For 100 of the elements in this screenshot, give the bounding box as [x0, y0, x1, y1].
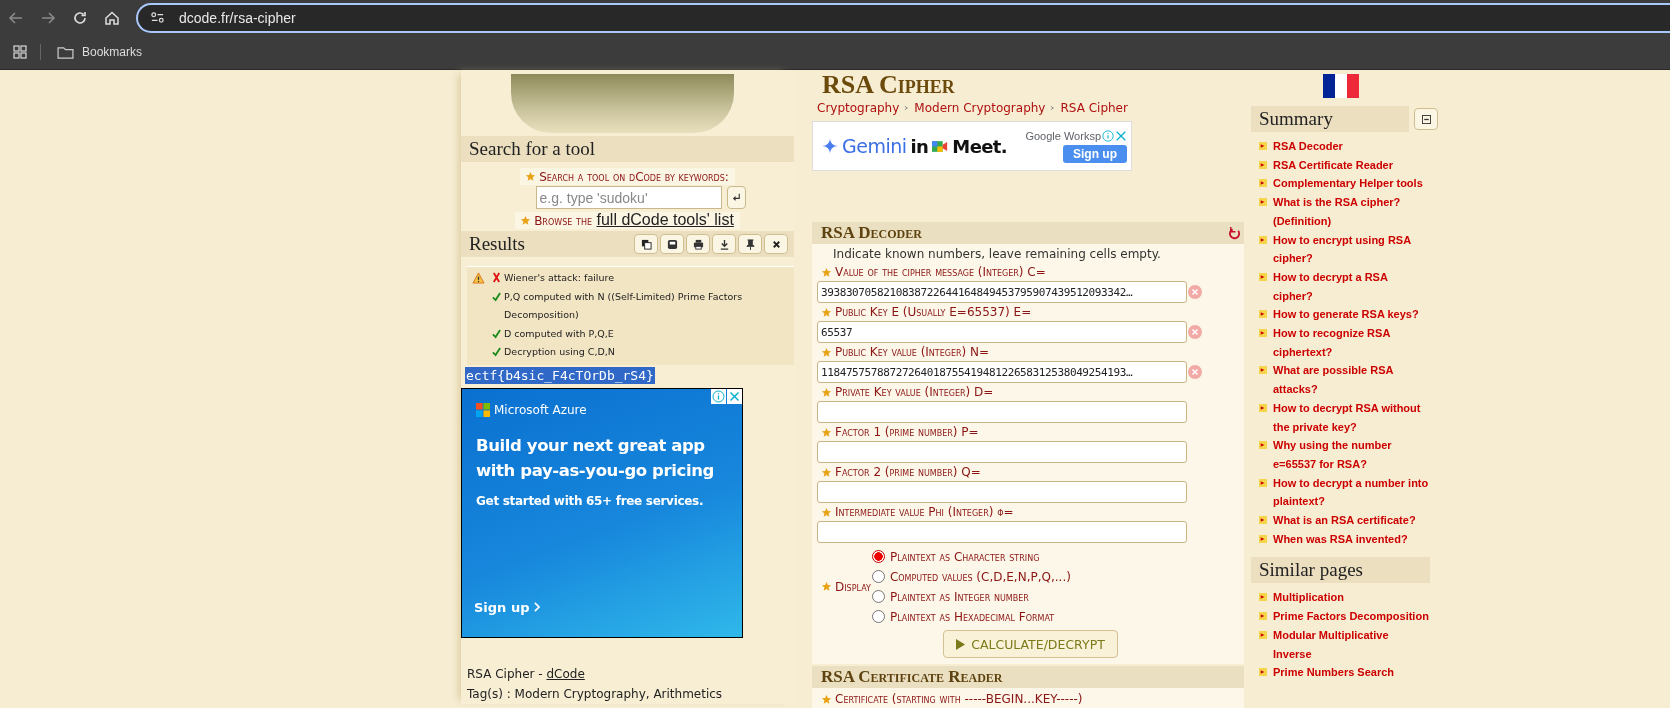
field-label: Factor 2 (prime number) Q=: [835, 465, 981, 480]
summary-link[interactable]: Complementary Helper tools: [1273, 174, 1423, 194]
number-input-field[interactable]: [817, 401, 1187, 423]
sparkle-icon: [822, 138, 838, 154]
bullet-arrow-icon: [1259, 179, 1267, 188]
number-input-field[interactable]: [817, 441, 1187, 463]
bullet-arrow-icon: [1259, 198, 1267, 207]
option-label: Plaintext as Integer number: [889, 589, 1029, 604]
field-label: Intermediate value Phi (Integer) φ=: [835, 505, 1014, 520]
summary-link[interactable]: RSA Certificate Reader: [1273, 155, 1394, 175]
cross-icon: [492, 272, 501, 283]
star-icon: [822, 388, 831, 397]
apps-grid-icon[interactable]: [12, 44, 28, 60]
search-submit-button[interactable]: [726, 186, 746, 209]
ad-signup-link[interactable]: Sign up: [474, 599, 530, 615]
field-label: Private Key value (Integer) D=: [835, 385, 994, 400]
ad-headline: in: [910, 135, 929, 157]
collapse-button[interactable]: [1414, 108, 1438, 130]
summary-link[interactable]: How to recognize RSA ciphertext?: [1273, 324, 1430, 362]
summary-link[interactable]: How to decrypt a RSA cipher?: [1273, 267, 1430, 306]
calculate-button[interactable]: CALCULATE/DECRYPT: [943, 630, 1118, 658]
search-label: Search a tool on dCode by keywords:: [539, 170, 729, 184]
breadcrumb-link[interactable]: Modern Cryptography: [914, 101, 1046, 115]
export-button[interactable]: [660, 234, 684, 254]
bullet-arrow-icon: [1259, 142, 1267, 150]
section-header: Summary: [1251, 106, 1409, 132]
field-label: Value of the cipher message (Integer) C=: [835, 265, 1046, 280]
copy-icon: [640, 238, 652, 250]
check-icon: [492, 327, 501, 339]
summary-link[interactable]: How to encrypt using RSA cipher?: [1273, 230, 1430, 268]
star-icon: [822, 582, 831, 591]
similar-page-link[interactable]: Multiplication: [1273, 588, 1344, 608]
ad-banner[interactable]: Gemini in Meet. Google Worksp Sign up: [812, 121, 1132, 171]
reload-icon[interactable]: [72, 9, 88, 26]
copy-button[interactable]: [634, 234, 658, 254]
chevron-icon: [533, 602, 541, 612]
radio-button[interactable]: [871, 570, 885, 583]
number-input-field[interactable]: 3938307058210838722644164849453795907439512093342…: [817, 281, 1187, 303]
info-icon[interactable]: [711, 388, 726, 404]
summary-link[interactable]: How to decrypt a number into plaintext?: [1273, 473, 1430, 512]
ad-banner[interactable]: Microsoft Azure Build your next great app with pay-as-you-go pricing Get started with 65+ free services. Sign up: [461, 387, 743, 638]
summary-link[interactable]: How to decrypt RSA without the private key?: [1273, 398, 1430, 437]
summary-link[interactable]: What is the RSA cipher? (Definition): [1273, 193, 1430, 231]
print-button[interactable]: [686, 234, 710, 254]
option-label: Plaintext as Hexadecimal Format: [889, 609, 1055, 624]
forward-arrow-icon[interactable]: [40, 9, 56, 26]
bullet-arrow-icon: [1259, 403, 1267, 412]
search-field[interactable]: e.g. type 'sudoku': [535, 186, 722, 209]
download-button[interactable]: [712, 234, 736, 254]
tools-list-link[interactable]: full dCode tools' list: [596, 211, 734, 228]
breadcrumb-link[interactable]: Cryptography: [817, 101, 900, 115]
summary-link[interactable]: What are possible RSA attacks?: [1273, 361, 1430, 399]
similar-page-link[interactable]: Prime Numbers Search: [1273, 663, 1395, 682]
result-output: ectf{b4sic_F4cTOrDb_rS4}: [465, 366, 655, 384]
tags-text: Tag(s) : Modern Cryptography, Arithmetics: [466, 685, 724, 703]
french-flag-icon[interactable]: [1320, 74, 1361, 98]
collapse-icon: [1421, 114, 1431, 124]
number-input-field[interactable]: 65537: [817, 321, 1187, 343]
number-input-field[interactable]: [817, 481, 1187, 503]
summary-link[interactable]: When was RSA invented?: [1273, 529, 1408, 549]
similar-page-link[interactable]: Modular Multiplicative Inverse: [1273, 625, 1430, 664]
ad-subline: Get started with 65+ free services.: [476, 493, 705, 508]
section-header: Search for a tool: [461, 136, 794, 162]
close-icon[interactable]: [727, 388, 742, 404]
reset-icon[interactable]: [1228, 226, 1241, 240]
radio-button[interactable]: [871, 590, 885, 603]
close-button[interactable]: [764, 234, 788, 254]
check-icon: [492, 346, 501, 357]
site-settings-icon[interactable]: [150, 10, 165, 25]
ad-signup-button[interactable]: Sign up: [1063, 144, 1127, 163]
summary-link[interactable]: How to generate RSA keys?: [1273, 305, 1419, 325]
similar-page-link[interactable]: Prime Factors Decomposition: [1273, 607, 1429, 626]
result-text: D computed with P,Q,E: [504, 326, 614, 341]
bullet-arrow-icon: [1259, 593, 1267, 602]
breadcrumb-link[interactable]: RSA Cipher: [1060, 101, 1128, 115]
back-arrow-icon[interactable]: [8, 9, 24, 26]
radio-button[interactable]: [871, 610, 885, 623]
bookmarks-folder[interactable]: Bookmarks: [53, 43, 147, 61]
bullet-arrow-icon: [1259, 478, 1267, 487]
summary-link[interactable]: What is an RSA certificate?: [1273, 511, 1416, 530]
address-bar[interactable]: dcode.fr/rsa-cipher: [136, 2, 1670, 33]
number-input-field[interactable]: 1184757578872726401875541948122658312538049254193…: [817, 361, 1187, 383]
pin-button[interactable]: [738, 234, 762, 254]
instruction-text: Indicate known numbers, leave remaining cells empty.: [832, 246, 1162, 263]
star-icon: [822, 268, 831, 277]
dcode-link[interactable]: dCode: [546, 666, 585, 681]
check-icon: [492, 290, 501, 302]
field-label: Public Key value (Integer) N=: [835, 345, 990, 360]
ad-brand: Microsoft Azure: [494, 402, 587, 417]
printer-icon: [692, 238, 704, 250]
field-label: Factor 1 (prime number) P=: [835, 425, 979, 440]
summary-link[interactable]: Why using the number e=65537 for RSA?: [1273, 436, 1430, 474]
home-icon[interactable]: [104, 9, 120, 26]
radio-button[interactable]: [871, 550, 885, 563]
star-icon: [822, 468, 831, 477]
field-label: Public Key E (Usually E=65537) E=: [835, 305, 1032, 320]
number-input-field[interactable]: [817, 521, 1187, 543]
summary-link[interactable]: RSA Decoder: [1273, 137, 1343, 156]
video-camera-icon: [932, 139, 949, 153]
tool-header: RSA Decoder: [821, 223, 922, 243]
